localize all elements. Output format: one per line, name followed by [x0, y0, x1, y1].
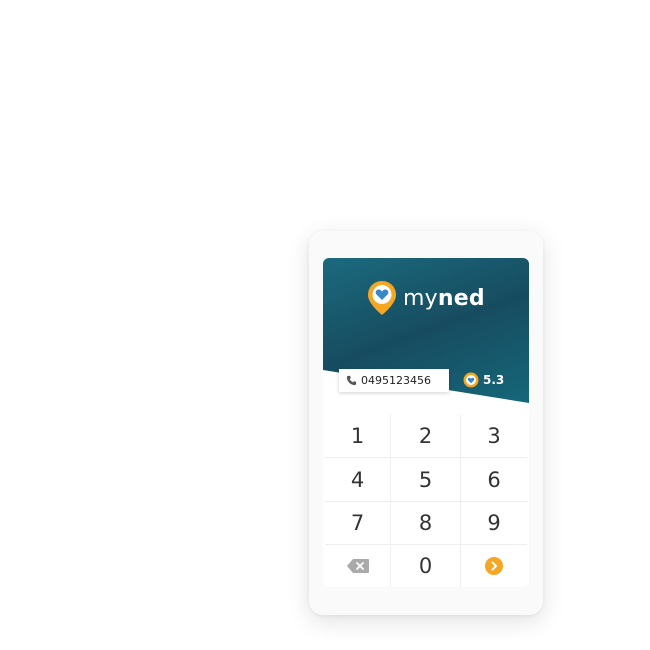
- points-value: 5.3: [483, 373, 505, 387]
- key-3[interactable]: 3: [461, 415, 527, 458]
- numeric-keypad: 1 2 3 4 5 6 7 8 9 0: [325, 415, 527, 587]
- key-1[interactable]: 1: [325, 415, 391, 458]
- brand-name-light: my: [403, 285, 438, 311]
- key-8[interactable]: 8: [391, 502, 461, 545]
- mynede-logo-icon: [368, 281, 396, 315]
- backspace-button[interactable]: [325, 545, 391, 587]
- points-balance: 5.3: [463, 372, 504, 388]
- brand: myned: [367, 280, 485, 316]
- brand-name-bold: ned: [437, 285, 485, 311]
- enter-button[interactable]: [461, 545, 527, 587]
- phone-icon: [346, 375, 357, 386]
- phone-number-field[interactable]: 0495123456: [339, 369, 449, 392]
- key-4[interactable]: 4: [325, 458, 391, 502]
- key-9[interactable]: 9: [461, 502, 527, 545]
- key-6[interactable]: 6: [461, 458, 527, 502]
- phone-number-value: 0495123456: [361, 374, 431, 387]
- key-5[interactable]: 5: [391, 458, 461, 502]
- backspace-icon: [346, 559, 369, 573]
- key-7[interactable]: 7: [325, 502, 391, 545]
- heart-pin-icon: [463, 372, 479, 388]
- chevron-right-icon: [485, 557, 503, 575]
- kiosk-device: myned 0495123456 5.3 1 2 3 4 5 6 7 8 9 0: [309, 231, 543, 615]
- key-2[interactable]: 2: [391, 415, 461, 458]
- key-0[interactable]: 0: [391, 545, 461, 587]
- header-banner: myned 0495123456 5.3: [323, 258, 529, 403]
- brand-name: myned: [403, 286, 485, 311]
- kiosk-screen: myned 0495123456 5.3 1 2 3 4 5 6 7 8 9 0: [323, 258, 529, 587]
